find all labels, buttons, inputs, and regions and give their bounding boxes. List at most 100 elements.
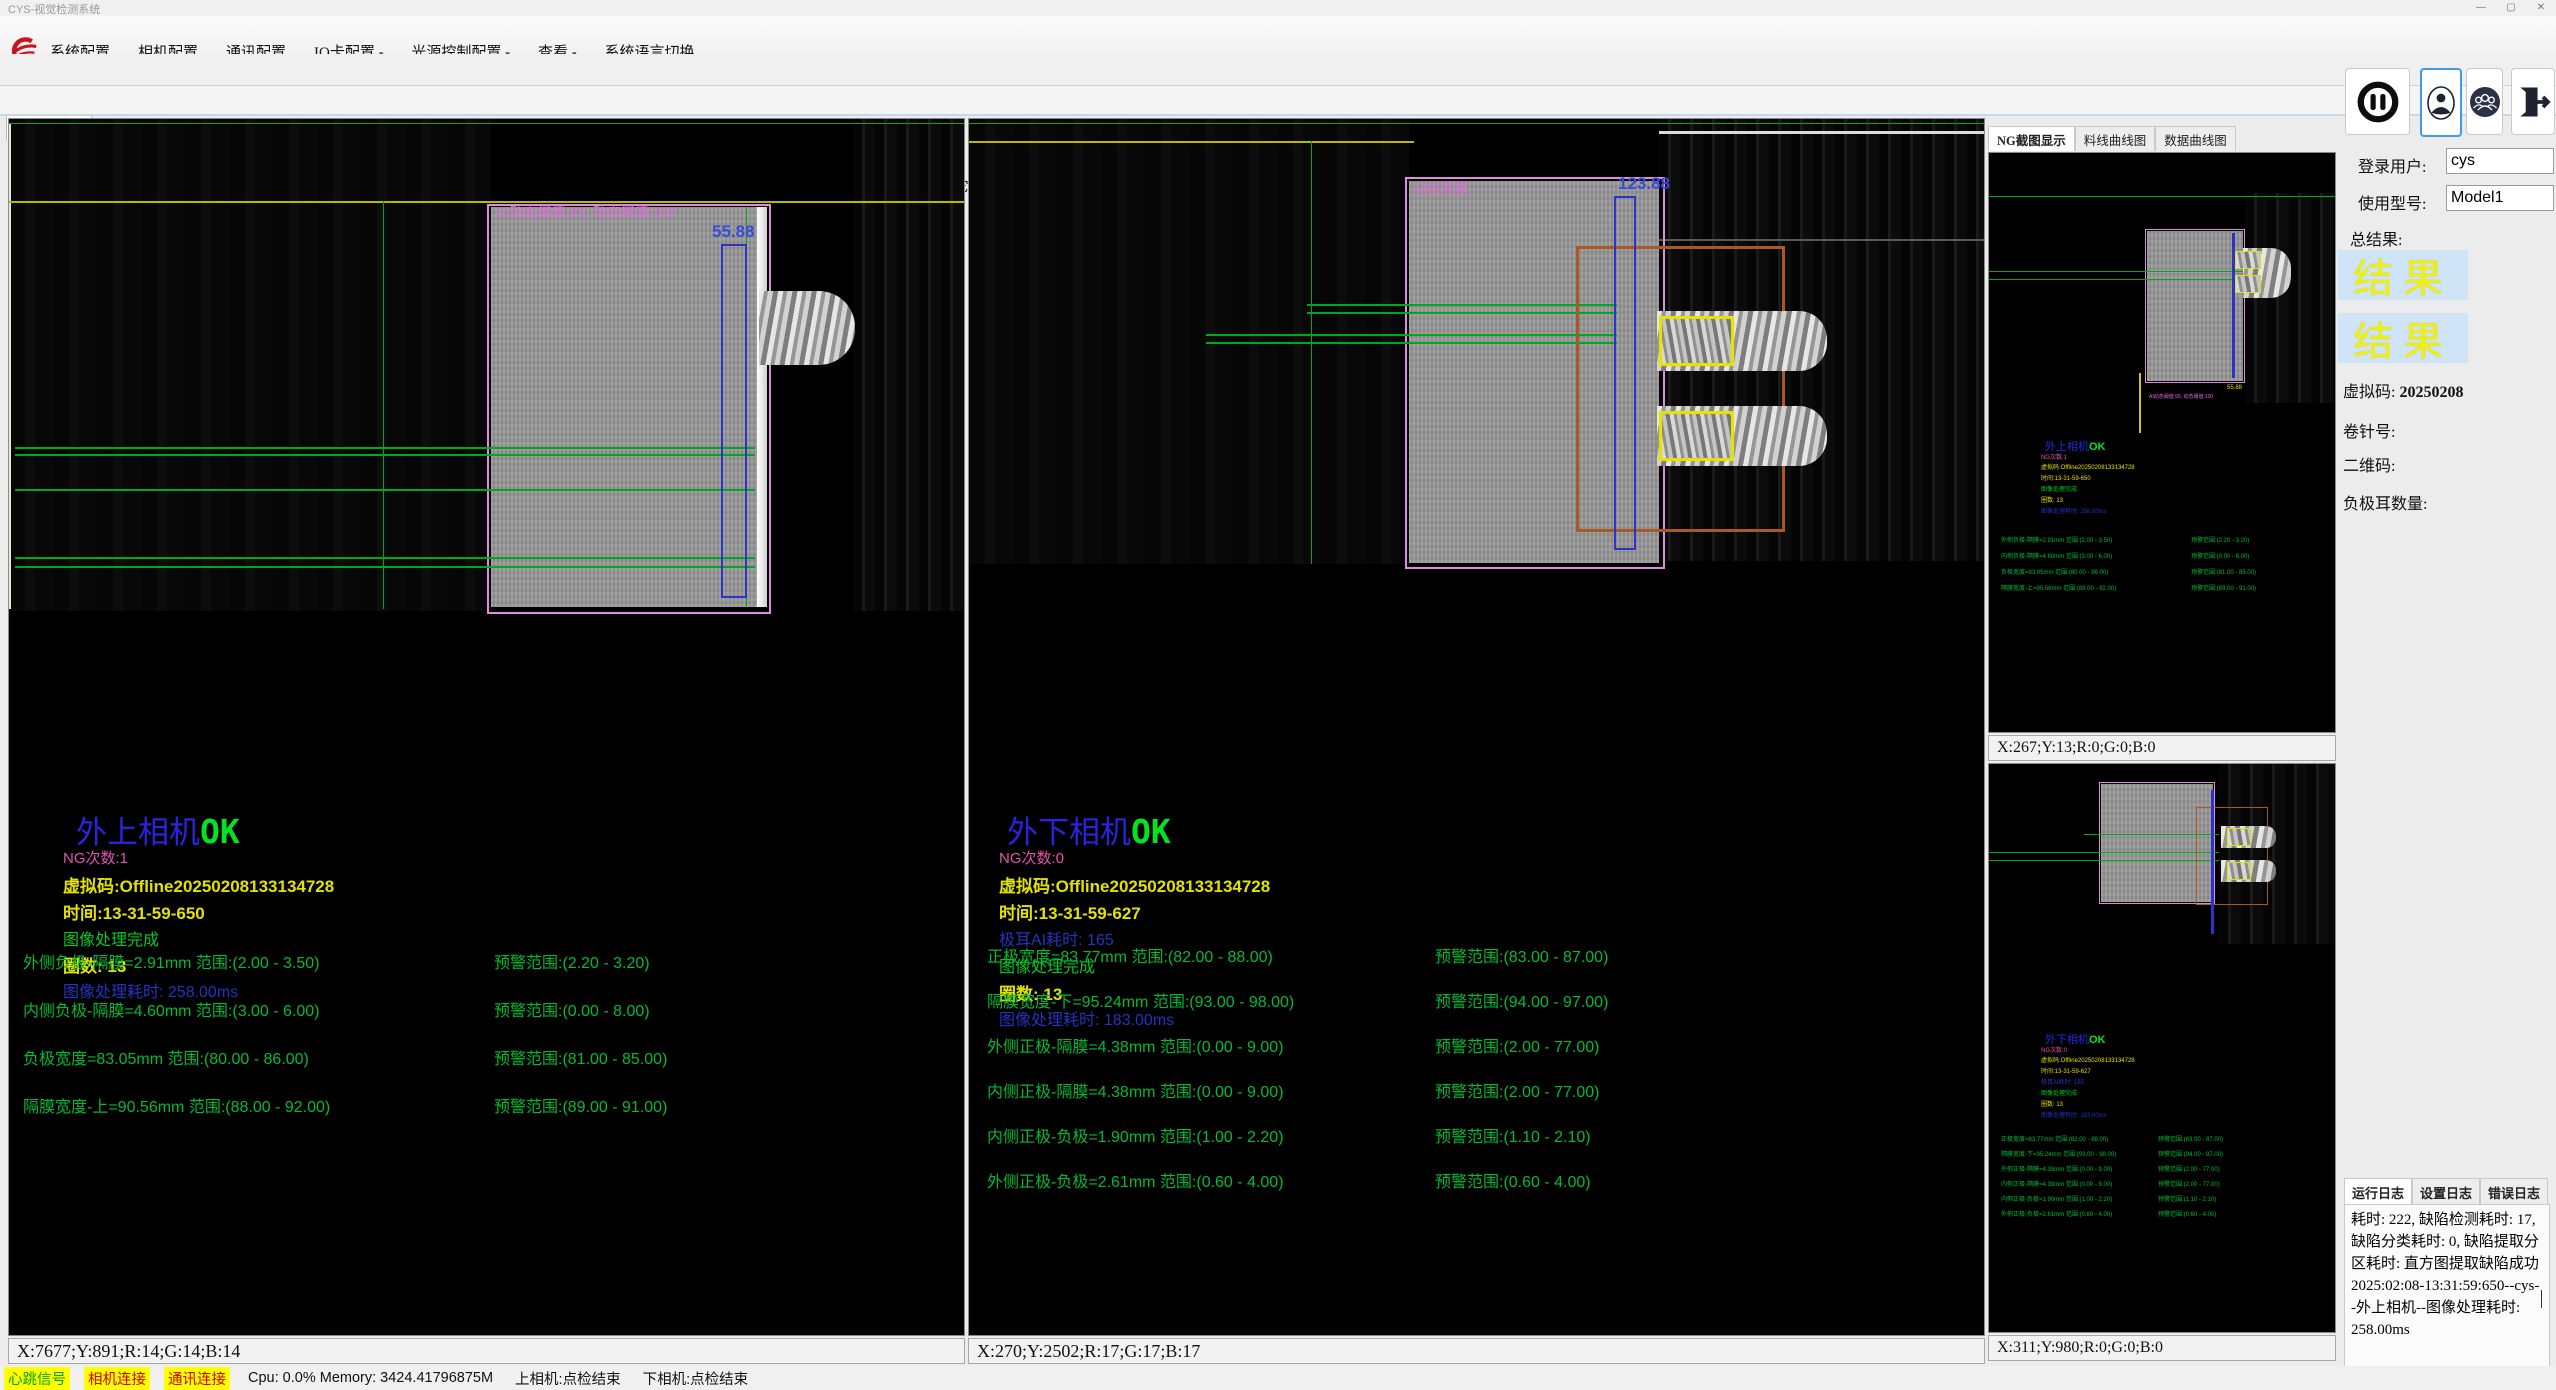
- film-edge-highlight: [757, 207, 767, 607]
- measure-line: [15, 447, 755, 449]
- maximize-icon[interactable]: ▢: [2496, 0, 2526, 16]
- ai-threshold-label: AI动态阈值:93, 动态阈值:100: [2149, 393, 2213, 400]
- qr-code-label: 二维码:: [2343, 452, 2395, 476]
- camera-view-upper[interactable]: 55.88 AI动态阈值:93, 动态阈值:100 外上相机OK NG次数:1 …: [8, 118, 965, 1336]
- measure-line: [1307, 312, 1617, 314]
- measurement-row: 负极宽度=83.05mm 范围:(80.00 - 86.00)预警范围:(81.…: [23, 1045, 953, 1065]
- process-elapsed: 图像处理耗时: 258.00ms: [2041, 506, 2107, 515]
- capture-time: 时间:13-31-59-627: [2041, 1066, 2091, 1075]
- minimize-icon[interactable]: —: [2466, 0, 2496, 16]
- text-caret: [2541, 1290, 2542, 1308]
- machine-region: [2245, 193, 2336, 403]
- tab-detect-box: [2235, 275, 2261, 293]
- process-done: 图像处理完成: [2041, 1088, 2077, 1097]
- logout-button[interactable]: [2511, 68, 2555, 135]
- virtual-code: 虚拟码:Offline20250208133134728: [63, 872, 334, 897]
- pause-button[interactable]: [2345, 68, 2410, 135]
- ai-threshold-label: AI动态阈值:93, 动态阈值:100: [496, 202, 676, 222]
- ng-count: NG次数:0: [2041, 1045, 2067, 1054]
- measure-line: [1989, 852, 2219, 853]
- measure-line: [1989, 279, 2247, 280]
- measure-line: [15, 557, 755, 559]
- virtual-code: 虚拟码:Offline20250208133134728: [999, 872, 1270, 897]
- users-icon: [2468, 85, 2502, 119]
- measure-value: 123.88: [1618, 174, 1670, 194]
- camera-view-lower[interactable]: 123.88 AI检测框 外下相机OK NG次数:0 虚拟码:Offline20…: [968, 118, 1985, 1336]
- measurement-row: 内侧正极-负极=1.90mm 范围:(1.00 - 2.20)预警范围:(1.1…: [987, 1123, 1967, 1143]
- user-button[interactable]: [2420, 68, 2462, 137]
- tab-material-curve[interactable]: 料线曲线图: [2075, 126, 2156, 151]
- result-indicator-1: 结果: [2338, 250, 2468, 300]
- users-button[interactable]: [2466, 68, 2503, 135]
- login-user-label: 登录用户:: [2358, 153, 2426, 177]
- lower-camera-status: 下相机:点检结束: [639, 1367, 753, 1390]
- capture-time: 时间:13-31-59-627: [999, 899, 1141, 924]
- tab-detect-box: [2227, 828, 2251, 846]
- reference-line: [1311, 141, 1312, 564]
- coord-readout-thumb1: X:267;Y:13;R:0;G:0;B:0: [1988, 735, 2336, 761]
- electrode-tab: [759, 291, 855, 365]
- menu-bar: 系统配置 相机配置 通讯配置 IO卡配置▾ 光源控制配置▾ 查看▾ 系统语言切换: [0, 16, 2556, 54]
- measurement-row: 外侧正极-负极=2.61mm 范围:(0.60 - 4.00)预警范围:(0.6…: [987, 1168, 1967, 1188]
- tab-settings-log[interactable]: 设置日志: [2412, 1178, 2480, 1205]
- measure-rect: [721, 244, 747, 598]
- tab-detect-box: [1659, 316, 1734, 366]
- tab-detect-box: [2227, 862, 2251, 880]
- machine-region: [853, 119, 965, 611]
- baseline-yellow: [9, 201, 965, 203]
- virtual-code-value: 20250208: [2399, 384, 2463, 401]
- model-input[interactable]: [2446, 185, 2554, 211]
- measurement-row: 正极宽度=83.77mm 范围:(82.00 - 88.00)预警范围:(83.…: [987, 943, 1967, 963]
- process-elapsed: 图像处理耗时: 183.00ms: [2041, 1110, 2107, 1119]
- close-icon[interactable]: ✕: [2526, 0, 2556, 16]
- upper-camera-status: 上相机:点检结束: [511, 1367, 625, 1390]
- ai-elapsed: 极耳AI耗时: 165: [2041, 1077, 2084, 1086]
- measure-line: [1206, 342, 1617, 344]
- measure-line: [1307, 304, 1617, 306]
- measure-rect: [2232, 233, 2235, 378]
- logout-icon: [2513, 82, 2553, 122]
- coord-readout-upper: X:7677;Y:891;R:14;G:14;B:14: [8, 1338, 965, 1364]
- run-log-text[interactable]: 耗时: 222, 缺陷检测耗时: 17, 缺陷分类耗时: 0, 缺陷提取分区耗时…: [2344, 1204, 2550, 1386]
- reference-line: [9, 123, 965, 124]
- process-done: 图像处理完成: [63, 926, 159, 950]
- comm-link-status: 通讯连接: [164, 1367, 230, 1390]
- capture-time: 时间:13-31-59-650: [63, 899, 205, 924]
- process-done: 图像处理完成: [2041, 484, 2077, 493]
- marker-line: [2139, 373, 2141, 433]
- camera-title: 外下相机OK: [1007, 807, 1171, 852]
- measure-line: [15, 454, 755, 456]
- window-title: CYS-视觉检测系统: [8, 1, 100, 17]
- loop-count: 圈数: 13: [2041, 1099, 2063, 1108]
- camera-title: 外上相机OK: [76, 807, 240, 852]
- machine-highlight: [1659, 239, 1985, 241]
- tab-run-log[interactable]: 运行日志: [2344, 1178, 2412, 1205]
- tab-detect-box: [1659, 411, 1734, 461]
- camera-link-status: 相机连接: [84, 1367, 150, 1390]
- virtual-code-label: 虚拟码: 20250208: [2343, 378, 2463, 402]
- tab-error-log[interactable]: 错误日志: [2480, 1178, 2548, 1205]
- ng-thumbnail-lower[interactable]: 外下相机OK NG次数:0 虚拟码:Offline202502081331347…: [1988, 763, 2336, 1333]
- title-bar: CYS-视觉检测系统 — ▢ ✕: [0, 0, 2556, 16]
- measure-value: 55.88: [712, 222, 755, 242]
- tab-ng-screenshot[interactable]: NG截图显示: [1988, 126, 2075, 151]
- measure-value: 55.88: [2227, 385, 2242, 391]
- measurement-row: 隔膜宽度-上=90.56mm 范围:(88.00 - 92.00)预警范围:(8…: [23, 1093, 953, 1113]
- measurement-row: 外侧负极-隔膜=2.91mm 范围:(2.00 - 3.50)预警范围:(2.2…: [23, 949, 953, 969]
- ng-count: NG次数:1: [63, 847, 128, 868]
- log-tabs: 运行日志 设置日志 错误日志: [2344, 1178, 2548, 1204]
- measure-line: [15, 489, 755, 491]
- capture-time: 时间:13-31-59-650: [2041, 473, 2091, 482]
- tab-data-curve[interactable]: 数据曲线图: [2155, 126, 2236, 151]
- heartbeat-status: 心跳信号: [4, 1367, 70, 1390]
- film-region: [9, 119, 491, 611]
- virtual-code: 虚拟码:Offline20250208133134728: [2041, 462, 2135, 471]
- ng-thumbnail-upper[interactable]: 55.88 AI动态阈值:93, 动态阈值:100 外上相机OK NG次数:1 …: [1988, 152, 2336, 733]
- coord-readout-lower: X:270;Y:2502;R:17;G:17;B:17: [968, 1338, 1985, 1364]
- login-user-input[interactable]: [2446, 148, 2554, 174]
- measure-rect: [2211, 790, 2214, 934]
- user-icon: [2424, 81, 2458, 125]
- ng-count: NG次数:1: [2041, 452, 2067, 461]
- measure-line: [15, 566, 755, 568]
- measurement-row: 外侧正极-隔膜=4.38mm 范围:(0.00 - 9.00)预警范围:(2.0…: [987, 1033, 1967, 1053]
